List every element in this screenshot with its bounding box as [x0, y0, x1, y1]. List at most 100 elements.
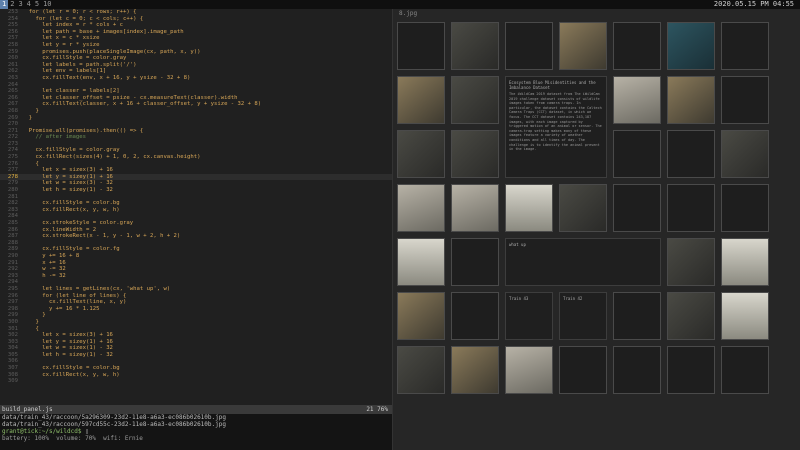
code-line[interactable]: 258 let y = r * ysize	[0, 42, 392, 49]
image-thumbnail[interactable]	[559, 184, 607, 232]
image-thumbnail[interactable]	[451, 22, 499, 70]
workspace-tab[interactable]: 10	[41, 0, 53, 9]
image-thumbnail[interactable]	[397, 22, 445, 70]
code-area[interactable]: 253 for (let r = 0; r < rows; r++) {254 …	[0, 9, 392, 405]
image-thumbnail[interactable]	[451, 292, 499, 340]
image-thumbnail[interactable]	[397, 130, 445, 178]
code-line[interactable]: 281	[0, 194, 392, 201]
code-line[interactable]: 291 x += 16	[0, 260, 392, 267]
code-line[interactable]: 304 let w = sizex(1) - 32	[0, 345, 392, 352]
code-line[interactable]: 283 cx.fillRect(x, y, w, h)	[0, 207, 392, 214]
code-line[interactable]: 279 let w = sizex(3) - 32	[0, 180, 392, 187]
code-line[interactable]: 284	[0, 213, 392, 220]
code-line[interactable]: 276 {	[0, 161, 392, 168]
workspace-tab[interactable]: 2	[8, 0, 16, 9]
code-line[interactable]: 296 for (let line of lines) {	[0, 293, 392, 300]
code-line[interactable]: 263 cx.fillText(env, x + 16, y + ysize -…	[0, 75, 392, 82]
image-thumbnail[interactable]	[721, 184, 769, 232]
code-line[interactable]: 309	[0, 378, 392, 385]
workspace-tab[interactable]: 5	[33, 0, 41, 9]
image-thumbnail[interactable]	[613, 346, 661, 394]
code-line[interactable]: 286 cx.lineWidth = 2	[0, 227, 392, 234]
code-line[interactable]: 261 let labels = path.split('/')	[0, 62, 392, 69]
code-line[interactable]: 294	[0, 279, 392, 286]
code-line[interactable]: 275 cx.fillRect(sizes(4) + 1, 0, 2, cx.c…	[0, 154, 392, 161]
code-line[interactable]: 274 cx.fillStyle = color.gray	[0, 147, 392, 154]
code-line[interactable]: 289 cx.fillStyle = color.fg	[0, 246, 392, 253]
image-thumbnail[interactable]	[667, 130, 715, 178]
image-thumbnail[interactable]	[667, 184, 715, 232]
image-thumbnail[interactable]	[451, 346, 499, 394]
image-thumbnail[interactable]	[613, 76, 661, 124]
code-line[interactable]: 292 w -= 32	[0, 266, 392, 273]
image-viewer[interactable]: 8.jpg Ecosystem Blue Misidentities and t…	[392, 9, 800, 450]
image-thumbnail[interactable]	[505, 346, 553, 394]
workspace-tab[interactable]: 3	[16, 0, 24, 9]
code-line[interactable]: 266 let classer_offset = psize - cx.meas…	[0, 95, 392, 102]
code-line[interactable]: 278 let y = sizey(1) + 16	[0, 173, 392, 181]
image-thumbnail[interactable]	[667, 238, 715, 286]
code-line[interactable]: 277 let x = sizex(3) + 16	[0, 167, 392, 174]
code-line[interactable]: 259 promises.push(placeSingleImage(cx, p…	[0, 49, 392, 56]
code-line[interactable]: 308 cx.fillRect(x, y, w, h)	[0, 372, 392, 379]
image-thumbnail[interactable]	[721, 346, 769, 394]
code-editor[interactable]: 253 for (let r = 0; r < rows; r++) {254 …	[0, 9, 392, 414]
code-line[interactable]: 269 }	[0, 115, 392, 122]
code-line[interactable]: 254 for (let c = 0; c < cols; c++) {	[0, 16, 392, 23]
code-line[interactable]: 290 y += 16 + 8	[0, 253, 392, 260]
code-line[interactable]: 272 // after images	[0, 134, 392, 141]
code-line[interactable]: 255 let index = r * cols + c	[0, 22, 392, 29]
image-thumbnail[interactable]	[397, 346, 445, 394]
image-thumbnail[interactable]	[505, 22, 553, 70]
code-line[interactable]: 270	[0, 121, 392, 128]
code-line[interactable]: 288	[0, 240, 392, 247]
code-line[interactable]: 273	[0, 141, 392, 148]
code-line[interactable]: 295 let lines = getLines(cx, 'what up', …	[0, 286, 392, 293]
image-thumbnail[interactable]	[505, 184, 553, 232]
code-line[interactable]: 293 h -= 32	[0, 273, 392, 280]
terminal-prompt[interactable]: grant@tick:~/s/wildcd$	[2, 428, 85, 435]
image-thumbnail[interactable]	[721, 292, 769, 340]
image-thumbnail[interactable]	[613, 184, 661, 232]
code-line[interactable]: 298 y += 16 * 1.125	[0, 306, 392, 313]
code-line[interactable]: 287 cx.strokeRect(x - 1, y - 1, w + 2, h…	[0, 233, 392, 240]
image-thumbnail[interactable]	[559, 346, 607, 394]
code-line[interactable]: 257 let x = c * xsize	[0, 35, 392, 42]
image-thumbnail[interactable]	[667, 22, 715, 70]
code-line[interactable]: 282 cx.fillStyle = color.bg	[0, 200, 392, 207]
image-thumbnail[interactable]	[397, 238, 445, 286]
image-thumbnail[interactable]	[613, 292, 661, 340]
code-line[interactable]: 265 let classer = labels[2]	[0, 88, 392, 95]
code-line[interactable]: 280 let h = sizey(1) - 32	[0, 187, 392, 194]
code-line[interactable]: 300 }	[0, 319, 392, 326]
image-thumbnail[interactable]	[451, 130, 499, 178]
code-line[interactable]: 285 cx.strokeStyle = color.gray	[0, 220, 392, 227]
terminal[interactable]: data/train_43/raccoon/5a296309-23d2-11e8…	[0, 414, 392, 450]
code-line[interactable]: 264	[0, 82, 392, 89]
code-line[interactable]: 307 cx.fillStyle = color.bg	[0, 365, 392, 372]
image-thumbnail[interactable]	[451, 238, 499, 286]
code-line[interactable]: 260 cx.fillStyle = color.gray	[0, 55, 392, 62]
image-thumbnail[interactable]	[667, 292, 715, 340]
image-thumbnail[interactable]	[721, 130, 769, 178]
code-line[interactable]: 262 let env = labels[1]	[0, 68, 392, 75]
image-thumbnail[interactable]	[397, 292, 445, 340]
code-line[interactable]: 306	[0, 358, 392, 365]
code-line[interactable]: 303 let y = sizey(1) + 16	[0, 339, 392, 346]
image-grid[interactable]: Ecosystem Blue Misidentities and the Imb…	[397, 22, 799, 394]
image-thumbnail[interactable]	[397, 76, 445, 124]
image-thumbnail[interactable]	[721, 238, 769, 286]
workspace-tab[interactable]: 1	[0, 0, 9, 9]
image-thumbnail[interactable]	[667, 346, 715, 394]
workspace-tab[interactable]: 4	[25, 0, 33, 9]
code-line[interactable]: 267 cx.fillText(classer, x + 16 + classe…	[0, 101, 392, 108]
image-thumbnail[interactable]	[613, 22, 661, 70]
image-thumbnail[interactable]	[667, 76, 715, 124]
image-thumbnail[interactable]	[451, 76, 499, 124]
code-line[interactable]: 297 cx.fillText(line, x, y)	[0, 299, 392, 306]
code-line[interactable]: 271 Promise.all(promises).then(() => {	[0, 128, 392, 135]
image-thumbnail[interactable]	[721, 76, 769, 124]
code-line[interactable]: 301 {	[0, 326, 392, 333]
code-line[interactable]: 253 for (let r = 0; r < rows; r++) {	[0, 9, 392, 16]
image-thumbnail[interactable]	[613, 130, 661, 178]
